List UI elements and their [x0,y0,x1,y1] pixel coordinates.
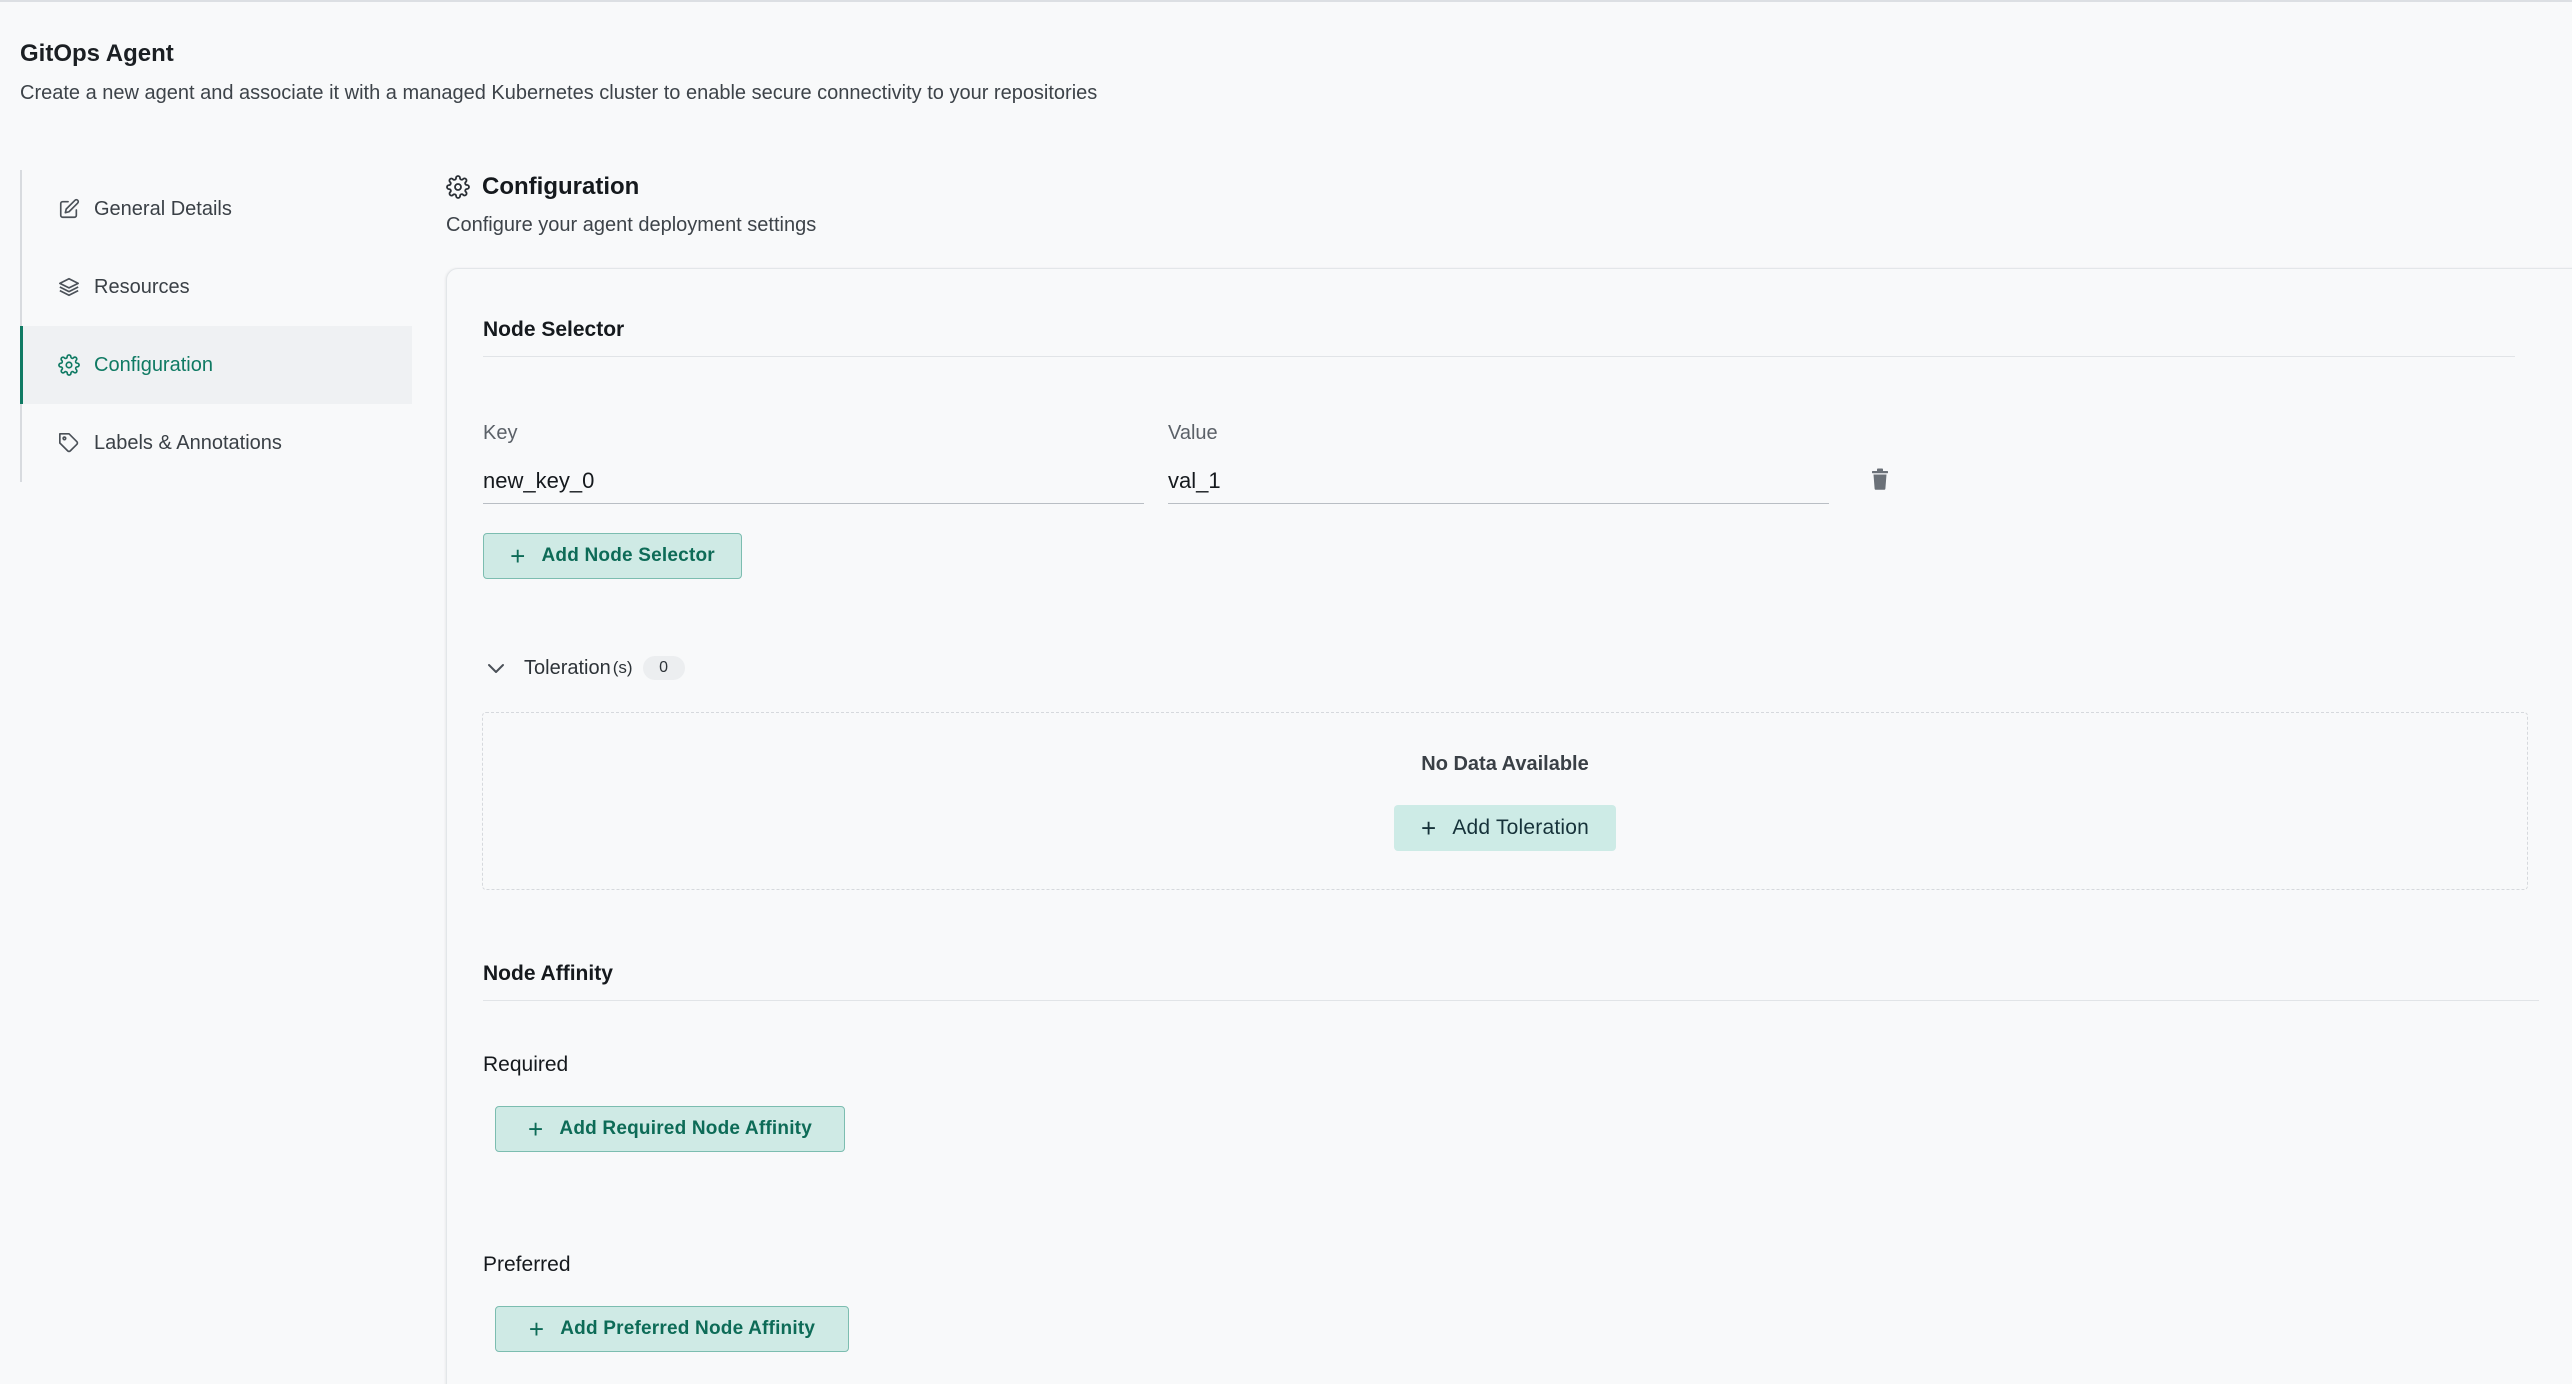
key-label: Key [483,422,518,444]
node-selector-divider [483,356,2515,357]
section-title: Configuration [446,173,639,201]
node-selector-key-input[interactable] [483,462,1144,504]
gear-icon [58,354,80,376]
tolerations-count-badge: 0 [642,656,685,680]
add-preferred-node-affinity-label: Add Preferred Node Affinity [560,1318,816,1339]
required-label: Required [483,1053,569,1076]
chevron-down-icon [484,656,508,680]
sidebar-item-label: Resources [94,275,190,298]
sidebar-item-labels-annotations[interactable]: Labels & Annotations [22,404,412,482]
add-required-node-affinity-label: Add Required Node Affinity [559,1118,812,1139]
sidebar-item-resources[interactable]: Resources [22,248,412,326]
plus-icon: + [528,1314,545,1344]
node-affinity-divider [483,1000,2539,1001]
sidebar-nav: General Details Resources Configuration … [20,170,412,482]
gear-icon [446,175,470,199]
page-title: GitOps Agent [20,40,174,67]
section-subtitle: Configure your agent deployment settings [446,214,817,236]
sidebar-item-general-details[interactable]: General Details [22,170,412,248]
plus-icon: + [510,541,526,571]
node-selector-value-input[interactable] [1168,462,1829,504]
add-preferred-node-affinity-button[interactable]: + Add Preferred Node Affinity [495,1306,849,1352]
add-required-node-affinity-button[interactable]: + Add Required Node Affinity [495,1106,845,1152]
add-node-selector-button[interactable]: + Add Node Selector [483,533,742,579]
node-affinity-title: Node Affinity [483,962,613,985]
tolerations-suffix: (s) [612,658,633,677]
tolerations-empty-state: No Data Available [482,712,2528,890]
top-divider [0,0,2572,2]
tolerations-toggle[interactable]: Toleration (s) 0 [484,656,685,680]
delete-node-selector-button[interactable] [1869,467,1891,491]
page-subtitle: Create a new agent and associate it with… [20,82,1098,104]
plus-icon: + [1420,813,1437,843]
add-node-selector-label: Add Node Selector [541,545,715,566]
sidebar-item-label: Labels & Annotations [94,431,282,454]
sidebar-item-label: Configuration [94,353,213,376]
trash-icon [1872,468,1888,490]
section-title-text: Configuration [482,173,640,200]
edit-icon [58,198,80,220]
add-toleration-button[interactable]: + Add Toleration [1394,805,1616,851]
add-toleration-label: Add Toleration [1452,816,1590,839]
value-label: Value [1168,422,1218,444]
sidebar-item-configuration[interactable]: Configuration [20,326,412,404]
empty-state-text: No Data Available [1421,753,1589,775]
plus-icon: + [528,1114,544,1144]
layers-icon [58,276,80,298]
tag-icon [58,432,80,454]
sidebar-item-label: General Details [94,197,232,220]
node-selector-title: Node Selector [483,318,625,341]
tolerations-label: Toleration [524,656,611,679]
preferred-label: Preferred [483,1253,571,1276]
